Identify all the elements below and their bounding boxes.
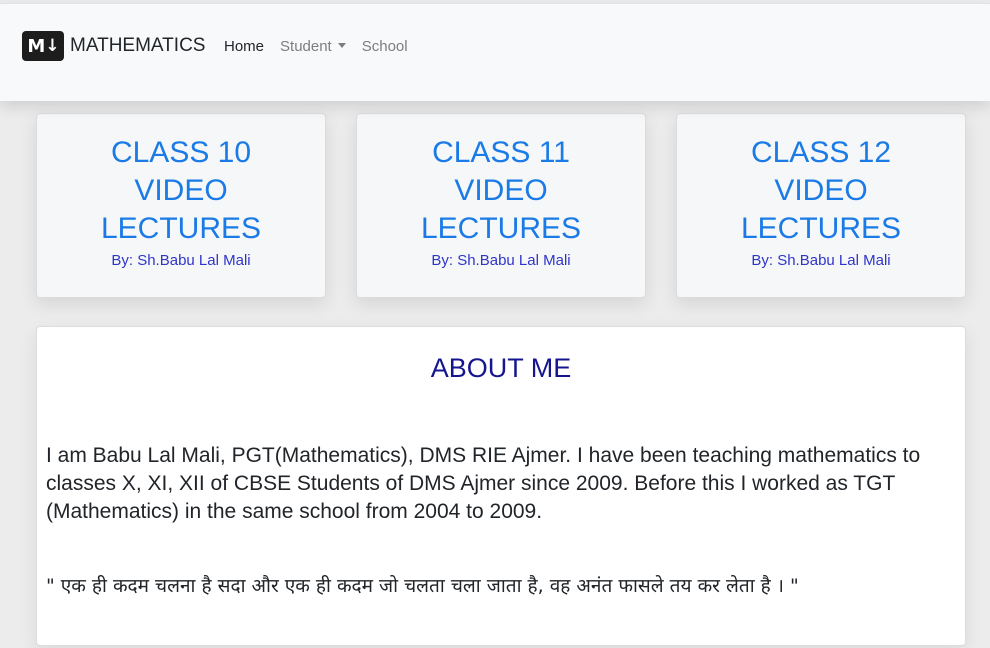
card-title: CLASS 12 VIDEO LECTURES <box>740 136 902 245</box>
about-me-section: ABOUT ME I am Babu Lal Mali, PGT(Mathema… <box>36 326 966 646</box>
brand-text: MATHEMATICS <box>70 35 206 56</box>
markdown-logo-icon: M ↓ <box>22 31 64 61</box>
card-byline: By: Sh.Babu Lal Mali <box>111 252 251 269</box>
card-class-11[interactable]: CLASS 11 VIDEO LECTURES By: Sh.Babu Lal … <box>356 113 646 298</box>
card-byline: By: Sh.Babu Lal Mali <box>431 252 571 269</box>
nav-home[interactable]: Home <box>224 38 264 55</box>
nav-student-label: Student <box>280 38 332 55</box>
nav-school[interactable]: School <box>362 38 408 55</box>
nav-menu: Home Student School <box>224 38 424 55</box>
about-bio: I am Babu Lal Mali, PGT(Mathematics), DM… <box>46 444 921 523</box>
card-class-10[interactable]: CLASS 10 VIDEO LECTURES By: Sh.Babu Lal … <box>36 113 326 298</box>
caret-down-icon <box>337 42 346 48</box>
nav-student-dropdown[interactable]: Student <box>280 38 346 55</box>
card-title: CLASS 10 VIDEO LECTURES <box>100 136 262 245</box>
top-navbar: M ↓ MATHEMATICS Home Student School <box>0 3 990 101</box>
card-title: CLASS 11 VIDEO LECTURES <box>420 136 582 245</box>
about-heading: ABOUT ME <box>430 353 572 383</box>
card-byline: By: Sh.Babu Lal Mali <box>751 252 891 269</box>
brand-link[interactable]: M ↓ MATHEMATICS <box>22 30 205 62</box>
about-quote: " एक ही कदम चलना है सदा और एक ही कदम जो … <box>46 575 799 597</box>
card-class-12[interactable]: CLASS 12 VIDEO LECTURES By: Sh.Babu Lal … <box>676 113 966 298</box>
